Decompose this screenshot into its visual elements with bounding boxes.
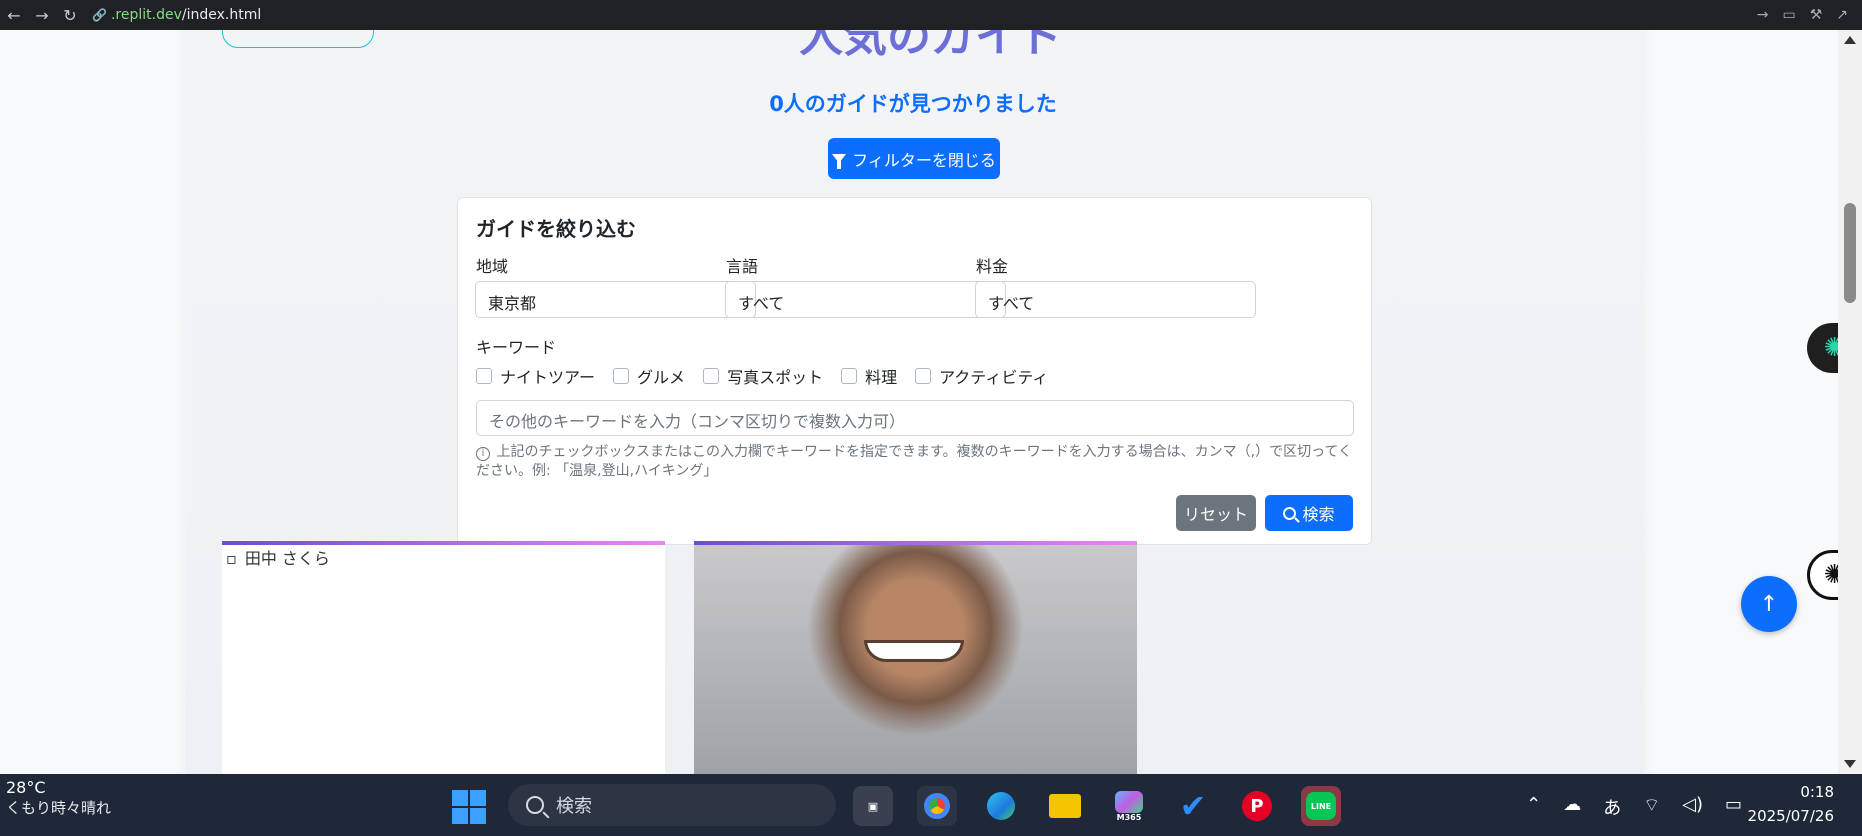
keyword-label: キーワード [476,338,557,357]
checkbox-label: ナイトツアー [500,368,596,387]
keyword-checkbox-cooking[interactable]: 料理 [841,364,897,388]
time: 0:18 [1800,783,1834,801]
taskbar-search[interactable]: 検索 [508,784,836,826]
keyword-checkbox-gourmet[interactable]: グルメ [613,364,685,388]
help-text: 上記のチェックボックスまたはこの入力欄でキーワードを指定できます。複数のキーワー… [476,444,1352,479]
language-select[interactable]: すべて [725,281,1006,318]
file-explorer-icon[interactable] [1045,786,1085,826]
weather-condition: くもり時々晴れ [6,799,112,817]
temperature: 28°C [6,778,46,797]
region-select[interactable]: 東京都 [475,281,756,318]
clock[interactable]: 0:18 2025/07/26 [1748,780,1834,828]
url-domain: .replit.dev [110,7,182,23]
system-tray: ⌃ ☁ あ ⌔ ◁) ▭ [1526,794,1742,820]
scrollbar[interactable] [1838,30,1862,774]
guide-card[interactable]: ▫ 田中 さくら [222,541,665,774]
keyword-help-text: i 上記のチェックボックスまたはこの入力欄でキーワードを指定できます。複数のキー… [476,443,1356,481]
scrollbar-thumb[interactable] [1844,203,1856,303]
checkbox-label: 料理 [865,368,898,387]
taskbar-search-label: 検索 [556,796,592,817]
link-icon: 🔗 [92,8,107,22]
price-label: 料金 [976,257,1009,276]
m365-label: M365 [1116,812,1142,822]
result-count: 0人のガイドが見つかりました [769,92,1057,116]
tools-icon[interactable]: ⚒ [1810,7,1823,23]
pinterest-icon[interactable]: P [1237,786,1277,826]
start-icon[interactable] [452,790,486,824]
search-button-label: 検索 [1302,505,1335,524]
checkbox[interactable] [613,368,630,384]
date: 2025/07/26 [1747,807,1834,825]
filter-title: ガイドを絞り込む [476,217,636,241]
filter-icon [832,154,847,169]
reset-button[interactable]: リセット [1176,495,1256,531]
edge-icon[interactable] [981,786,1021,826]
search-button[interactable]: 検索 [1265,495,1353,531]
keyword-checkboxes: ナイトツアー グルメ 写真スポット 料理 アクティビティ [476,364,1048,388]
devices-icon[interactable]: ▭ [1782,7,1795,23]
browser-toolbar: ← → ↻ 🔗 .replit.dev /index.html → ▭ ⚒ ↗ [0,0,1862,30]
language-label: 言語 [726,257,759,276]
checkbox-label: アクティビティ [939,368,1049,387]
scroll-up-icon[interactable] [1844,36,1856,44]
back-icon[interactable]: ← [0,6,28,25]
close-filter-label: フィルターを閉じる [852,150,996,170]
checkbox[interactable] [703,368,720,384]
checkbox-label: 写真スポット [727,368,824,387]
scroll-to-top-button[interactable]: ↑ [1741,576,1797,632]
m365-icon[interactable]: M365 [1109,786,1149,826]
guide-photo [694,545,1137,774]
checkbox[interactable] [476,368,492,384]
checkbox[interactable] [841,368,858,384]
photo-detail [864,640,964,662]
task-view-icon[interactable]: ▣ [853,786,893,826]
region-label: 地域 [476,257,509,276]
ime-indicator[interactable]: あ [1603,794,1621,820]
keyword-checkbox-photo-spot[interactable]: 写真スポット [703,364,823,388]
open-in-icon[interactable]: → [1757,7,1769,23]
search-icon [526,796,544,814]
windows-taskbar: 28°C くもり時々晴れ 検索 ▣ M365 ✔ P LINE ⌃ ☁ あ ⌔ … [0,774,1862,836]
guide-image-alt: 田中 さくら [244,549,330,568]
price-select[interactable]: すべて [975,281,1256,318]
info-icon: i [476,447,490,461]
url-path: /index.html [181,7,262,23]
keyword-checkbox-night-tour[interactable]: ナイトツアー [476,364,595,388]
line-label: LINE [1306,792,1336,820]
broken-image-icon: ▫ [226,549,237,568]
chevron-up-icon[interactable]: ⌃ [1526,794,1541,820]
guide-card[interactable] [694,541,1137,774]
keyword-input[interactable]: その他のキーワードを入力（コンマ区切りで複数入力可） [476,400,1354,436]
taskbar-apps: ▣ M365 ✔ P LINE [853,786,1341,826]
address-bar[interactable]: 🔗 .replit.dev /index.html [92,4,1757,26]
keyword-checkbox-activity[interactable]: アクティビティ [915,364,1048,388]
filter-panel: ガイドを絞り込む 地域 東京都 言語 すべて 料金 すべて キーワード ナイトツ… [457,197,1372,545]
volume-icon[interactable]: ◁) [1682,794,1703,820]
chrome-icon[interactable] [917,786,957,826]
weather-widget[interactable]: 28°C くもり時々晴れ [6,778,111,818]
page-viewport: 人気のガイド 0人のガイドが見つかりました フィルターを閉じる ガイドを絞り込む… [0,30,1862,774]
todo-icon[interactable]: ✔ [1173,786,1213,826]
page-title: 人気のガイド [799,30,1063,62]
checkbox-label: グルメ [637,368,686,387]
search-icon [1283,506,1297,520]
close-filter-button[interactable]: フィルターを閉じる [828,138,1000,179]
line-app-icon[interactable]: LINE [1301,786,1341,826]
reload-icon[interactable]: ↻ [56,6,84,25]
wifi-icon[interactable]: ⌔ [1643,794,1660,820]
battery-icon[interactable]: ▭ [1725,794,1742,820]
forward-icon[interactable]: → [28,6,56,25]
external-icon[interactable]: ↗ [1836,7,1848,23]
scroll-down-icon[interactable] [1844,760,1856,768]
onedrive-icon[interactable]: ☁ [1563,794,1581,820]
checkbox[interactable] [915,368,932,384]
